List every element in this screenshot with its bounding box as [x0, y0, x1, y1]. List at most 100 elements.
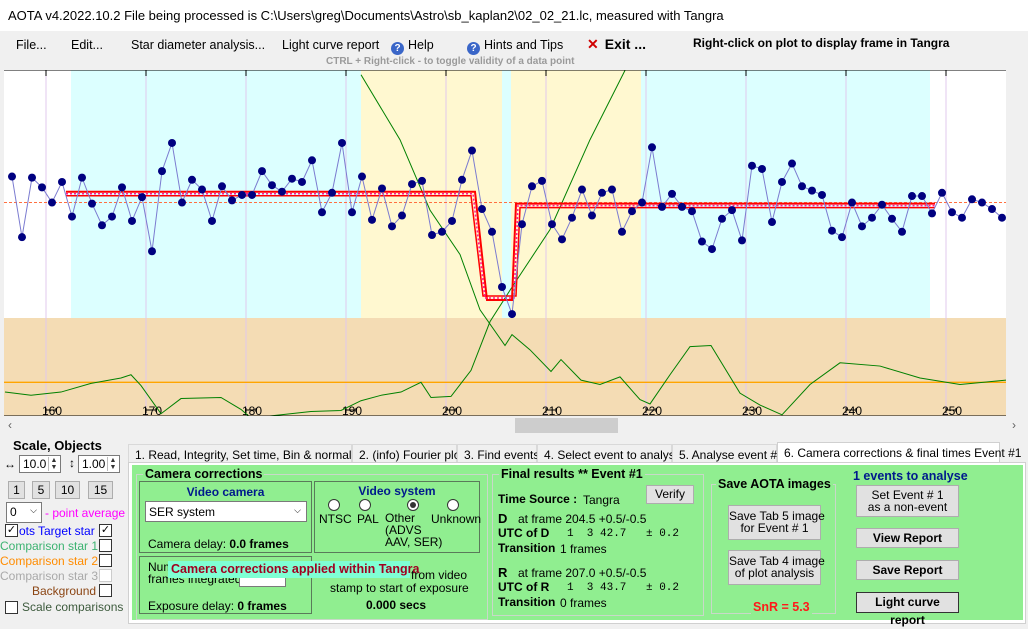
target-star-label: Target star — [38, 524, 95, 538]
set-non-event-button[interactable]: Set Event # 1 as a non-event — [856, 485, 959, 517]
light-curve-plot[interactable]: 160 170 180 190 200 210 220 230 240 250 — [0, 70, 1028, 418]
menu-hints-label: Hints and Tips — [484, 38, 564, 52]
scale-button-1[interactable]: 1 — [8, 481, 25, 499]
scale-comparisons-checkbox[interactable] — [5, 601, 18, 614]
time-source-label: Time Source : — [498, 492, 578, 506]
tab-select-event[interactable]: 4. Select event to analyse — [537, 444, 681, 463]
offset-label-2: stamp to start of exposure — [330, 581, 469, 595]
exposure-delay-label: Exposure delay: — [148, 599, 235, 613]
menu-help[interactable]: ? Help — [391, 38, 434, 55]
data-point — [788, 159, 796, 168]
data-point — [438, 227, 446, 236]
data-point — [68, 212, 76, 221]
data-point — [838, 233, 846, 242]
view-report-button[interactable]: View Report — [856, 528, 959, 548]
verify-button[interactable]: Verify — [646, 485, 694, 504]
radio-unknown[interactable] — [447, 499, 459, 511]
data-point — [768, 218, 776, 227]
scroll-right-icon[interactable]: › — [1012, 418, 1016, 432]
menu-hints[interactable]: ? Hints and Tips — [467, 38, 563, 55]
comparison-star-3-label: Comparison star 3 — [0, 569, 99, 583]
target-star-checkbox[interactable]: ✓ — [99, 524, 112, 537]
data-point — [668, 189, 676, 198]
scale-button-15[interactable]: 15 — [88, 481, 113, 499]
dots-checkbox[interactable]: ✓ — [5, 524, 18, 537]
offset-value: 0.000 secs — [366, 598, 427, 612]
snr-value: SnR = 5.3 — [751, 600, 812, 614]
light-curve-report-button[interactable]: Light curve report — [856, 592, 959, 627]
background-label: Background — [32, 584, 97, 598]
utc-r-value: 1 3 43.7 — [567, 582, 627, 594]
d-transition-value: 1 frames — [560, 542, 607, 556]
data-point — [828, 226, 836, 235]
save-images-title: Save AOTA images — [716, 477, 833, 491]
video-system-box: Video system NTSC PAL Other (ADVS AAV, S… — [314, 481, 482, 553]
data-point — [518, 220, 526, 229]
h-scale-spinner[interactable]: 10.0 ▲ ▼ — [19, 455, 61, 473]
data-point — [458, 175, 466, 184]
lower-panel — [4, 318, 1006, 416]
plot-scrollbar[interactable]: ‹ › — [4, 418, 1016, 433]
scrollbar-thumb[interactable] — [515, 418, 618, 433]
radio-other[interactable] — [407, 499, 419, 511]
data-point — [658, 202, 666, 211]
d-frame: at frame 204.5 +0.5/-0.5 — [518, 512, 647, 526]
data-point — [498, 283, 506, 292]
data-point — [348, 208, 356, 217]
comparison-star-3-checkbox[interactable] — [99, 569, 112, 582]
data-point — [918, 192, 926, 201]
data-point — [108, 212, 116, 221]
data-point — [998, 213, 1006, 222]
point-average-select[interactable]: 0 ⌵ — [6, 502, 42, 523]
spinner-arrows-icon[interactable]: ▲ ▼ — [107, 457, 118, 471]
spinner-arrows-icon[interactable]: ▲ ▼ — [48, 457, 59, 471]
radio-pal[interactable] — [359, 499, 371, 511]
scale-button-10[interactable]: 10 — [55, 481, 80, 499]
menu-light-curve-report[interactable]: Light curve report — [282, 38, 379, 52]
data-point — [18, 233, 26, 242]
data-point — [898, 227, 906, 236]
save-report-button[interactable]: Save Report — [856, 560, 959, 580]
chevron-down-icon: ⌵ — [294, 505, 301, 515]
baseline-region — [502, 70, 511, 318]
tab-read-integrity[interactable]: 1. Read, Integrity, Set time, Bin & norm… — [128, 444, 367, 463]
save-tab4-button[interactable]: Save Tab 4 image of plot analysis — [728, 550, 825, 585]
data-point — [318, 208, 326, 217]
scale-comparisons-label: Scale comparisons — [22, 600, 124, 614]
data-point — [188, 175, 196, 184]
video-camera-box: Video camera SER system ⌵ Camera delay: 0… — [139, 481, 312, 553]
data-point — [8, 172, 16, 181]
v-scale-spinner[interactable]: 1.00 ▲ ▼ — [78, 455, 120, 473]
tab-find-events[interactable]: 3. Find events — [457, 444, 539, 463]
save-tab5-button[interactable]: Save Tab 5 image for Event # 1 — [728, 505, 825, 540]
data-point — [568, 213, 576, 222]
data-point — [328, 188, 336, 197]
scroll-left-icon[interactable]: ‹ — [8, 418, 12, 432]
comparison-star-2-checkbox[interactable] — [99, 554, 112, 567]
scale-button-5[interactable]: 5 — [32, 481, 50, 499]
data-point — [698, 237, 706, 246]
data-point — [258, 167, 266, 176]
menu-file[interactable]: File... — [16, 38, 47, 52]
events-count: 1 events to analyse — [853, 469, 968, 483]
data-point — [298, 177, 306, 186]
tab-analyse-event[interactable]: 5. Analyse event #1 — [672, 444, 784, 463]
camera-select[interactable]: SER system ⌵ — [145, 501, 307, 522]
tab-fourier-plot[interactable]: 2. (info) Fourier plot — [352, 444, 464, 463]
comparison-star-1-label: Comparison star 1 — [0, 539, 99, 553]
radio-ntsc[interactable] — [328, 499, 340, 511]
tab-camera-corrections[interactable]: 6. Camera corrections & final times Even… — [777, 442, 1021, 463]
data-point — [508, 310, 516, 319]
window-title: AOTA v4.2022.10.2 File being processed i… — [0, 0, 1028, 31]
right-click-hint: Right-click on plot to display frame in … — [693, 36, 950, 50]
d-label: D — [498, 511, 508, 526]
comparison-star-2-label: Comparison star 2 — [0, 554, 99, 568]
menu-edit[interactable]: Edit... — [71, 38, 103, 52]
menu-star-diameter[interactable]: Star diameter analysis... — [131, 38, 265, 52]
menu-exit[interactable]: ✕ Exit ... — [587, 36, 646, 53]
data-point — [948, 208, 956, 217]
comparison-star-1-checkbox[interactable] — [99, 539, 112, 552]
unknown-label: Unknown — [431, 512, 482, 526]
data-point — [88, 199, 96, 208]
background-checkbox[interactable] — [99, 584, 112, 597]
